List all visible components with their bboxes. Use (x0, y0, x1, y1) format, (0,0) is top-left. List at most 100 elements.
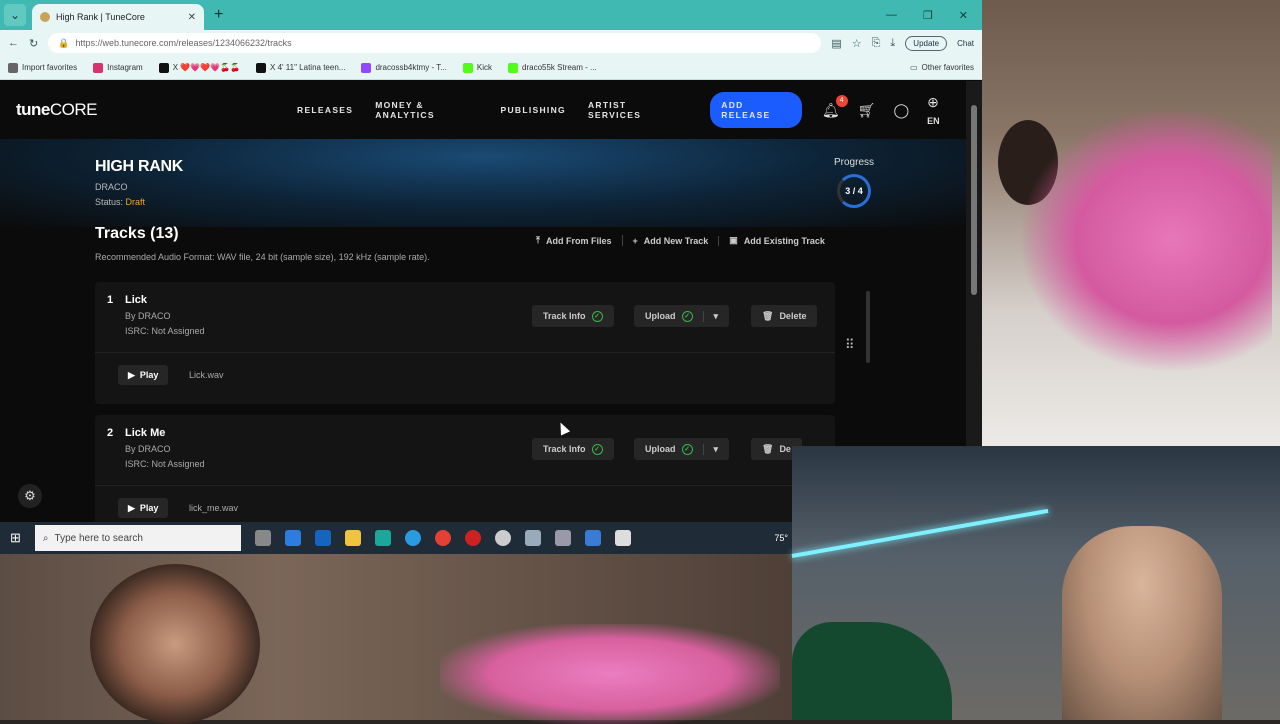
person-image (440, 624, 780, 724)
app-icon[interactable] (554, 530, 571, 546)
bookmark-item[interactable]: Kick (462, 62, 492, 73)
edge-icon[interactable] (404, 530, 421, 546)
nav-releases[interactable]: RELEASES (297, 105, 353, 115)
task-view-icon[interactable] (254, 530, 271, 546)
add-from-files-button[interactable]: ⤒ Add From Files (526, 235, 623, 246)
chat-button[interactable]: Chat (957, 39, 974, 48)
shield-icon[interactable] (614, 530, 631, 546)
cart-icon[interactable]: 🛒︎ (858, 102, 876, 119)
upload-button[interactable]: Upload ✓ ▾ (634, 438, 730, 460)
globe-icon[interactable]: ⊕ EN (927, 94, 950, 127)
play-button[interactable]: ▶ Play (118, 498, 169, 518)
maximize-icon[interactable]: ❐ (923, 9, 933, 22)
kick-icon (508, 62, 518, 73)
play-icon: ▶ (128, 369, 135, 380)
check-icon: ✓ (591, 310, 603, 322)
notification-badge: 4 (835, 94, 848, 107)
app-icon[interactable] (584, 530, 601, 546)
track-name: Lick Me (125, 427, 166, 439)
collections-icon[interactable]: ⎘ (872, 37, 881, 50)
add-from-files-label: Add From Files (545, 235, 612, 246)
close-tab-icon[interactable]: ✕ (188, 12, 196, 23)
bookmark-label: X 4' 11" Latina teen... (270, 63, 346, 72)
add-existing-track-label: Add Existing Track (743, 235, 825, 246)
back-icon[interactable]: ← (8, 37, 19, 49)
nav-publishing[interactable]: PUBLISHING (501, 105, 566, 115)
track-info-button[interactable]: Track Info ✓ (532, 305, 614, 327)
person-image (1022, 110, 1272, 370)
tunecore-logo[interactable]: tuneCORE (16, 100, 98, 120)
tab-actions-icon[interactable]: ⌄ (4, 4, 26, 26)
bookmark-item[interactable]: Instagram (93, 62, 143, 73)
tab-title: High Rank | TuneCore (56, 12, 145, 22)
track-card: 1 Lick By DRACO ISRC: Not Assigned Track… (95, 282, 835, 404)
app-icon[interactable] (524, 530, 541, 546)
add-release-button[interactable]: ADD RELEASE (710, 92, 802, 128)
other-favorites[interactable]: ▭ Other favorites (910, 63, 974, 72)
account-icon[interactable]: ◯ (893, 102, 909, 119)
update-button[interactable]: Update (905, 35, 948, 51)
bookmark-item[interactable]: X ❤️💗❤️💗🍒🍒 (158, 62, 240, 73)
chevron-down-icon[interactable]: ▾ (702, 443, 718, 455)
track-isrc: ISRC: Not Assigned (125, 459, 205, 469)
cookie-settings-icon[interactable]: ⚙ (18, 484, 42, 508)
track-card: 2 Lick Me By DRACO ISRC: Not Assigned Tr… (95, 415, 835, 525)
upload-label: Upload (645, 311, 676, 321)
progress-label: Progress (834, 157, 875, 168)
camera-feed-top-right (982, 0, 1280, 446)
outlook-icon[interactable] (314, 530, 331, 546)
chevron-down-icon[interactable]: ▾ (702, 310, 718, 322)
chrome-icon[interactable] (434, 530, 451, 546)
upload-button[interactable]: Upload ✓ ▾ (634, 305, 730, 327)
webcam-feed (791, 446, 1280, 720)
track-list-scrollbar[interactable] (866, 291, 870, 363)
bookmark-item[interactable]: draco55k Stream - ... (508, 62, 597, 73)
window-controls: — ❐ ✕ (886, 9, 982, 22)
taskbar-search[interactable]: ⌕ Type here to search (34, 525, 241, 551)
track-info-button[interactable]: Track Info ✓ (532, 438, 614, 460)
favorite-star-icon[interactable]: ☆ (852, 37, 862, 50)
trash-icon: 🗑︎ (762, 310, 774, 321)
refresh-icon[interactable]: ↻ (29, 37, 38, 50)
top-nav: tuneCORE RELEASES MONEY & ANALYTICS PUBL… (0, 81, 966, 139)
play-button[interactable]: ▶ Play (118, 365, 169, 385)
minimize-icon[interactable]: — (886, 9, 897, 22)
new-tab-icon[interactable]: + (214, 6, 223, 24)
check-icon: ✓ (681, 310, 693, 322)
bookmark-label: Import favorites (22, 63, 78, 72)
clothing-image (792, 622, 952, 720)
close-window-icon[interactable]: ✕ (959, 9, 968, 22)
bookmark-item[interactable]: X 4' 11" Latina teen... (256, 62, 346, 73)
led-strip (791, 508, 1049, 558)
copilot-icon[interactable] (374, 530, 391, 546)
windows-start-icon[interactable]: ⊞ (10, 530, 21, 546)
twitch-icon (361, 62, 372, 73)
settings-icon[interactable] (494, 530, 511, 546)
reader-icon[interactable]: ▤ (831, 37, 841, 50)
url-field[interactable]: 🔒 https://web.tunecore.com/releases/1234… (48, 33, 822, 53)
scrollbar-thumb[interactable] (971, 105, 977, 295)
store-icon[interactable] (284, 530, 301, 546)
language-label: EN (927, 115, 940, 126)
file-explorer-icon[interactable] (344, 530, 361, 546)
nav-money-analytics[interactable]: MONEY & ANALYTICS (375, 100, 478, 120)
download-icon[interactable]: ⤓ (890, 37, 895, 50)
check-icon: ✓ (591, 443, 603, 455)
nav-artist-services[interactable]: ARTIST SERVICES (588, 100, 676, 120)
delete-button[interactable]: 🗑︎ Delete (751, 305, 818, 327)
obs-icon[interactable] (464, 530, 481, 546)
bookmark-label: dracossb4ktmy - T... (375, 63, 447, 72)
browser-tab[interactable]: High Rank | TuneCore ✕ (32, 4, 204, 30)
other-favorites-label: Other favorites (921, 63, 974, 72)
add-new-track-button[interactable]: + Add New Track (623, 235, 720, 246)
drag-handle-icon[interactable]: ⠿ (845, 337, 855, 353)
bell-icon[interactable]: 🔔︎ 4 (822, 94, 848, 119)
person-image (90, 564, 260, 724)
bookmark-item[interactable]: Import favorites (8, 62, 78, 73)
bookmark-item[interactable]: dracossb4ktmy - T... (361, 62, 447, 73)
instagram-icon (93, 62, 104, 73)
favicon-icon (40, 12, 50, 22)
add-existing-track-button[interactable]: ▣ Add Existing Track (719, 235, 835, 246)
person-image (1062, 526, 1222, 720)
progress-ring: 3 / 4 (837, 174, 871, 208)
